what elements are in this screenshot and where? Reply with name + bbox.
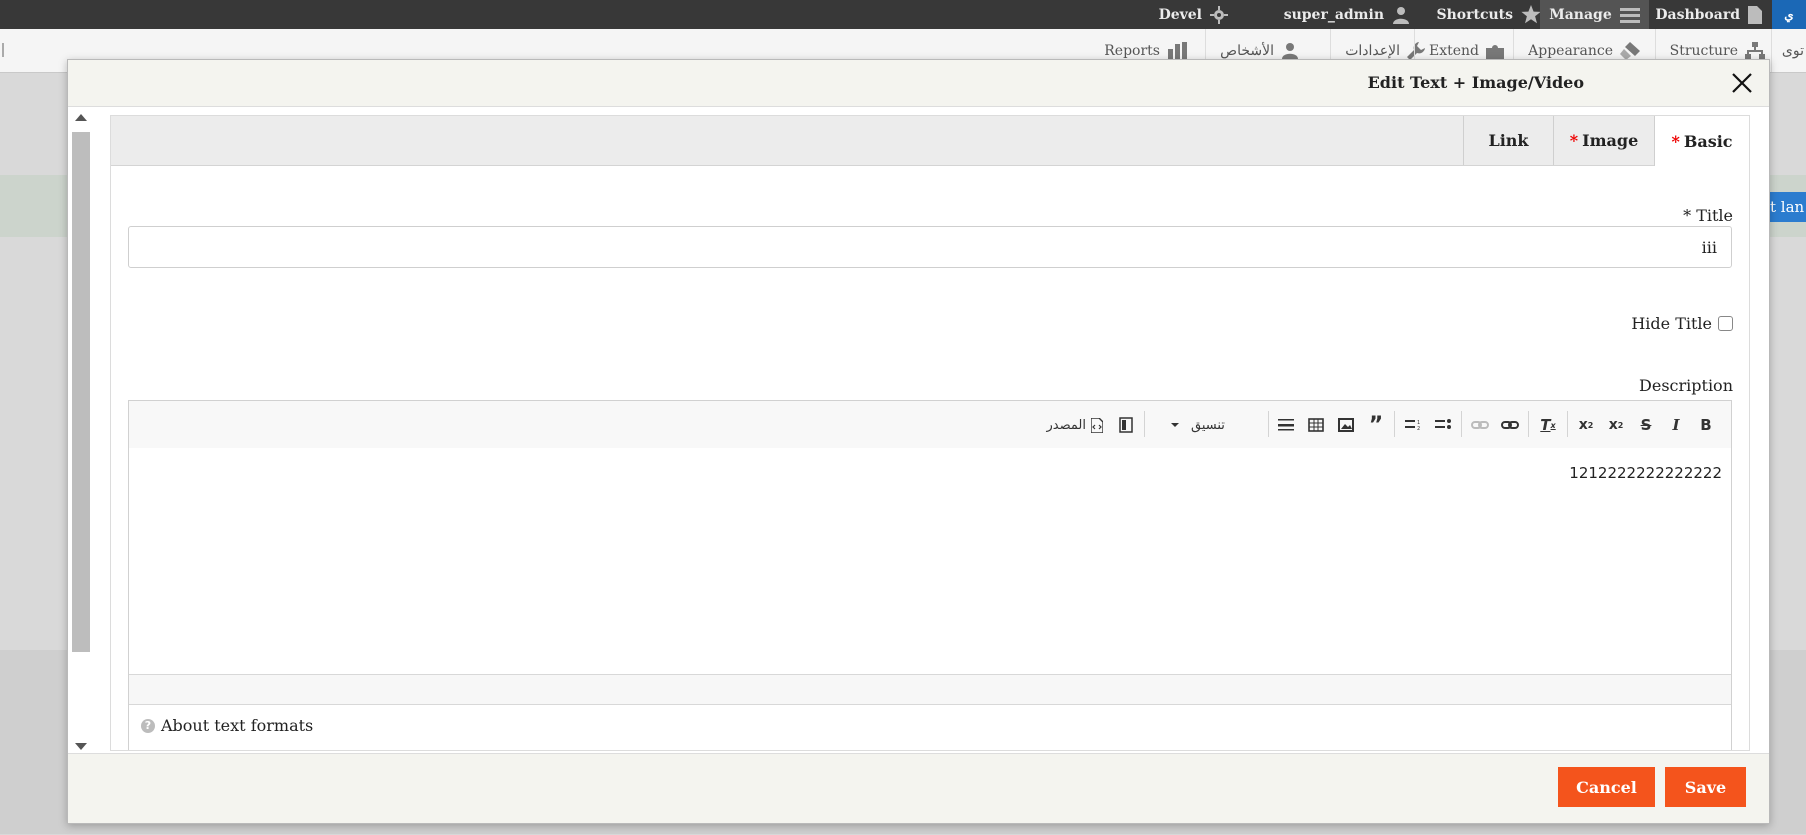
tab-link[interactable]: Link	[1463, 116, 1553, 165]
paint-brush-icon	[1620, 41, 1640, 60]
hide-title-checkbox[interactable]	[1718, 316, 1733, 331]
tab-link-label: Link	[1488, 131, 1529, 150]
required-marker: *	[1671, 131, 1680, 151]
about-text-formats-link[interactable]: ? About text formats	[141, 716, 313, 735]
toolbar-separator	[1394, 411, 1395, 437]
tray-reports-label: Reports	[1104, 42, 1160, 59]
hide-title-label: Hide Title	[1631, 314, 1712, 333]
dialog-footer: Save Cancel	[68, 753, 1769, 823]
superscript-icon[interactable]: x2	[1605, 414, 1627, 436]
language-tag[interactable]: t lan	[1768, 192, 1806, 222]
required-marker: *	[1569, 131, 1579, 150]
numbered-list-icon[interactable]: 12	[1402, 414, 1424, 436]
tab-image-label: Image	[1582, 131, 1639, 150]
rich-text-editor: B I S x2 x2 Tx 12 ” تنسيق المصدر 1212222…	[128, 400, 1732, 750]
vertical-tabs: * Basic * Image Link	[111, 116, 1749, 166]
tray-content-label: توى	[1781, 42, 1804, 59]
table-icon[interactable]	[1305, 414, 1327, 436]
tab-basic[interactable]: * Basic	[1654, 116, 1749, 166]
puzzle-icon	[1486, 44, 1504, 60]
title-input[interactable]	[128, 226, 1732, 268]
editor-toolbar: B I S x2 x2 Tx 12 ” تنسيق المصدر	[129, 401, 1731, 449]
help-icon: ?	[141, 718, 155, 733]
toolbar-shortcuts[interactable]: Shortcuts	[1436, 0, 1541, 29]
title-label: * Title	[1683, 206, 1733, 225]
toolbar-dashboard-label: Dashboard	[1655, 6, 1740, 23]
user-icon	[1393, 6, 1409, 24]
toolbar-manage-label: Manage	[1549, 6, 1612, 23]
sitemap-icon	[1745, 41, 1765, 60]
edit-dialog: Edit Text + Image/Video * Basic * Image Li…	[67, 59, 1770, 824]
menu-icon	[1619, 7, 1640, 23]
editor-body[interactable]: 1212222222222222	[129, 448, 1731, 674]
cancel-button[interactable]: Cancel	[1558, 767, 1655, 807]
language-tag-label: t lan	[1770, 198, 1805, 216]
scroll-up-arrow-icon[interactable]	[75, 114, 87, 121]
dialog-scrollbar[interactable]	[70, 110, 90, 750]
toolbar-manage[interactable]: Manage	[1540, 0, 1649, 29]
toolbar-dashboard[interactable]: Dashboard	[1655, 0, 1762, 29]
format-dropdown-caret[interactable]	[1171, 413, 1191, 437]
tab-image[interactable]: * Image	[1553, 116, 1654, 165]
dialog-titlebar: Edit Text + Image/Video	[68, 60, 1769, 107]
editor-path-bar	[129, 674, 1731, 705]
close-icon[interactable]	[1729, 70, 1755, 96]
show-blocks-icon[interactable]	[1115, 414, 1137, 436]
tray-extend-label: Extend	[1428, 42, 1479, 59]
strikethrough-icon[interactable]: S	[1635, 414, 1657, 436]
tab-basic-label: Basic	[1683, 131, 1733, 151]
source-button-label: المصدر	[1046, 417, 1086, 433]
tray-config-label: الإعدادات	[1345, 42, 1400, 59]
hide-title-row: Hide Title	[1631, 314, 1733, 333]
svg-text:2: 2	[1417, 426, 1420, 431]
format-dropdown-label: تنسيق	[1191, 417, 1225, 433]
tray-people-label: الأشخاص	[1220, 42, 1274, 59]
toolbar-separator	[1268, 411, 1269, 437]
source-button[interactable]: المصدر	[1047, 413, 1103, 437]
tray-structure-label: Structure	[1669, 42, 1738, 59]
editor-text[interactable]: 1212222222222222	[1569, 464, 1722, 482]
remove-format-icon[interactable]: Tx	[1537, 414, 1559, 436]
scroll-thumb[interactable]	[72, 132, 90, 652]
source-icon	[1091, 417, 1103, 433]
toolbar-separator	[1567, 411, 1568, 437]
horizontal-line-icon[interactable]	[1275, 414, 1297, 436]
toolbar-separator	[1144, 411, 1145, 437]
toolbar-user-label: super_admin	[1283, 6, 1384, 23]
save-button[interactable]: Save	[1665, 767, 1746, 807]
document-icon	[1748, 5, 1762, 24]
bulleted-list-icon[interactable]	[1432, 414, 1454, 436]
toolbar-devel[interactable]: Devel	[1159, 0, 1228, 29]
description-label: Description	[1639, 376, 1733, 395]
tray-appearance-label: Appearance	[1528, 42, 1613, 59]
toolbar-edge-label: ي	[1784, 7, 1794, 22]
toolbar-shortcuts-label: Shortcuts	[1436, 6, 1513, 23]
gear-icon	[1210, 5, 1228, 24]
toolbar-user[interactable]: super_admin	[1284, 0, 1410, 29]
dialog-title: Edit Text + Image/Video	[1367, 73, 1584, 92]
toolbar-devel-label: Devel	[1158, 6, 1202, 23]
toolbar-separator	[1528, 411, 1529, 437]
format-dropdown[interactable]: تنسيق	[1191, 413, 1261, 437]
star-icon	[1521, 5, 1541, 24]
bar-chart-icon	[1168, 42, 1187, 59]
people-icon	[1282, 43, 1298, 59]
admin-toolbar: Devel super_admin Shortcuts Manage Dashb…	[0, 0, 1806, 29]
subscript-icon[interactable]: x2	[1575, 414, 1597, 436]
tray-content[interactable]: توى	[1770, 29, 1806, 72]
image-icon[interactable]	[1335, 414, 1357, 436]
italic-icon[interactable]: I	[1665, 414, 1687, 436]
tray-divider	[2, 43, 4, 57]
dialog-content: *Basic *Image Link * Title Hide Title De…	[110, 115, 1750, 751]
about-text-formats-label: About text formats	[161, 716, 314, 735]
toolbar-separator	[1461, 411, 1462, 437]
blockquote-icon[interactable]: ”	[1365, 413, 1387, 438]
link-icon[interactable]	[1499, 414, 1521, 436]
bold-icon[interactable]: B	[1695, 414, 1717, 436]
unlink-icon[interactable]	[1469, 414, 1491, 436]
toolbar-edge-item[interactable]: ي	[1772, 0, 1806, 29]
chevron-down-icon	[1171, 423, 1179, 427]
scroll-down-arrow-icon[interactable]	[75, 743, 87, 750]
